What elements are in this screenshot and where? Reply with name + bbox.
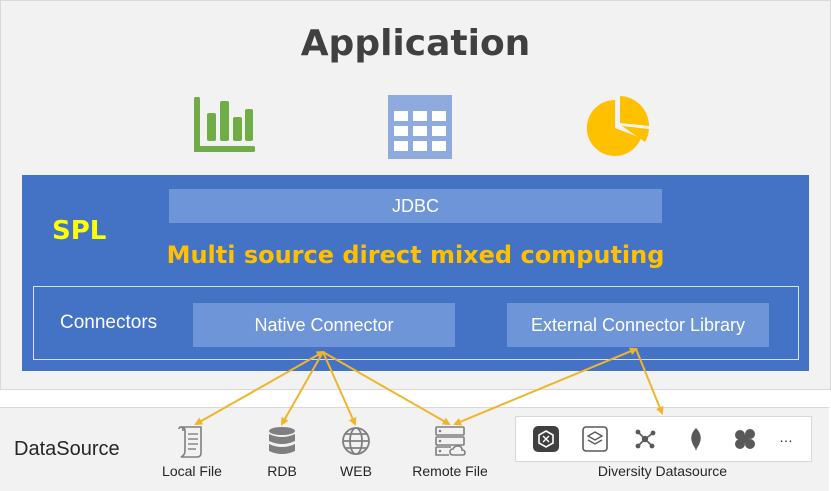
table-grid-icon — [388, 95, 452, 159]
spl-panel: SPL JDBC Multi source direct mixed compu… — [22, 175, 809, 371]
cluster-icon — [735, 429, 755, 449]
pie-chart-icon — [586, 96, 649, 156]
layers-icon — [582, 426, 608, 452]
globe-icon — [342, 427, 370, 455]
native-connector-box: Native Connector — [193, 303, 455, 347]
web-label: WEB — [340, 463, 372, 479]
kafka-like-icon — [533, 426, 559, 452]
leaf-icon — [691, 428, 701, 451]
local-file-label: Local File — [162, 463, 222, 479]
datasource-group-box: … — [515, 416, 812, 462]
remote-file-label: Remote File — [412, 463, 488, 479]
node-graph-icon — [635, 429, 656, 449]
more-datasources-ellipsis: … — [779, 429, 793, 445]
multi-source-tagline: Multi source direct mixed computing — [166, 241, 665, 269]
datasource-label: DataSource — [14, 438, 120, 460]
external-connector-box: External Connector Library — [507, 303, 769, 347]
datasource-panel: DataSource Local File RDB WEB Remote Fil… — [0, 407, 829, 491]
diversity-datasource-label: Diversity Datasource — [597, 463, 728, 479]
bar-chart-icon — [194, 97, 255, 152]
database-icon — [269, 427, 295, 454]
scroll-file-icon — [178, 426, 202, 458]
jdbc-box: JDBC — [169, 189, 662, 223]
remote-server-icon — [435, 426, 466, 456]
application-title: Application — [300, 23, 531, 64]
connectors-label: Connectors — [60, 312, 158, 333]
connectors-frame: Connectors Native Connector External Con… — [33, 286, 799, 360]
